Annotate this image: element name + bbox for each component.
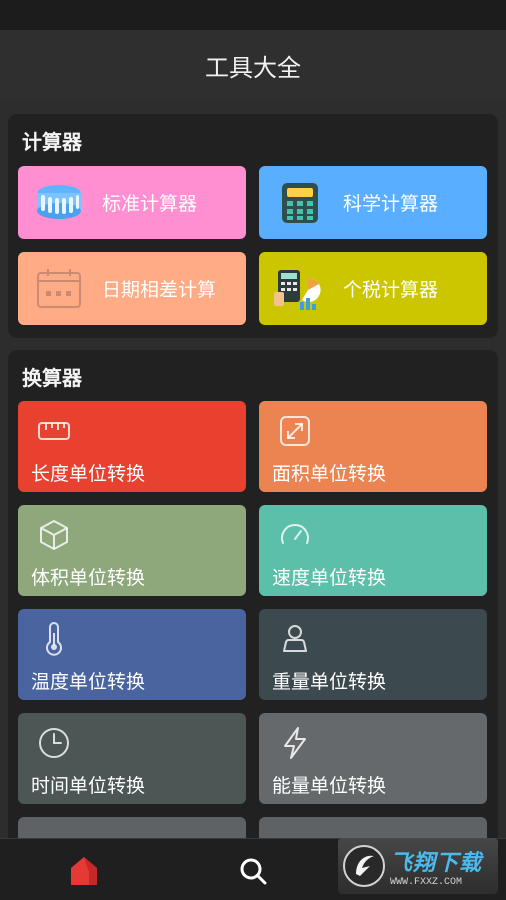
clock-icon bbox=[39, 728, 69, 758]
watermark-title: 飞翔下载 bbox=[390, 850, 483, 876]
thermometer-icon bbox=[46, 622, 62, 656]
length-converter-button[interactable]: 长度单位转换 bbox=[18, 401, 246, 492]
watermark-url: WWW.FXXZ.COM bbox=[390, 876, 463, 888]
search-icon bbox=[240, 858, 267, 885]
abacus-icon bbox=[30, 180, 88, 226]
tile-label: 重量单位转换 bbox=[272, 671, 387, 693]
time-converter-button[interactable]: 时间单位转换 bbox=[18, 713, 246, 804]
tile-label: 科学计算器 bbox=[343, 193, 439, 215]
calendar-icon bbox=[30, 266, 88, 312]
tile-label: 标准计算器 bbox=[102, 193, 198, 215]
income-tax-calculator-button[interactable]: 个税计算器 bbox=[259, 252, 487, 325]
tile-label: 长度单位转换 bbox=[31, 463, 146, 485]
calculators-card: 计算器 标准计算器 科学计算器 日期相差计算 个税计算器 bbox=[8, 114, 498, 338]
tile-label: 速度单位转换 bbox=[272, 567, 387, 589]
converters-card: 换算器 长度单位转换 面积单位转换 体积单位转换 速度单位转换 温度单位转换 重… bbox=[8, 350, 498, 838]
home-icon bbox=[71, 857, 97, 885]
tile-label: 日期相差计算 bbox=[102, 279, 217, 301]
tile-label: 时间单位转换 bbox=[31, 775, 146, 797]
energy-converter-button[interactable]: 能量单位转换 bbox=[259, 713, 487, 804]
weight-converter-button[interactable]: 重量单位转换 bbox=[259, 609, 487, 700]
nav-search-button[interactable] bbox=[233, 851, 273, 891]
volume-converter-button[interactable]: 体积单位转换 bbox=[18, 505, 246, 596]
cube-icon bbox=[40, 520, 68, 550]
temperature-converter-button[interactable]: 温度单位转换 bbox=[18, 609, 246, 700]
status-bar bbox=[0, 0, 506, 30]
page-title: 工具大全 bbox=[205, 53, 301, 82]
scientific-calculator-button[interactable]: 科学计算器 bbox=[259, 166, 487, 239]
app-bar: 工具大全 bbox=[0, 30, 506, 100]
speedometer-icon bbox=[281, 524, 309, 544]
tile-label: 体积单位转换 bbox=[31, 567, 146, 589]
section-title-converters: 换算器 bbox=[22, 366, 82, 390]
lightning-icon bbox=[284, 727, 306, 759]
date-difference-button[interactable]: 日期相差计算 bbox=[18, 252, 246, 325]
speed-converter-button[interactable]: 速度单位转换 bbox=[259, 505, 487, 596]
nav-home-button[interactable] bbox=[64, 851, 104, 891]
watermark-logo-icon bbox=[343, 845, 385, 887]
site-watermark: 飞翔下载 WWW.FXXZ.COM bbox=[338, 838, 498, 894]
resize-icon bbox=[280, 416, 310, 446]
tile-label: 个税计算器 bbox=[343, 279, 439, 301]
converter-tile-partial[interactable] bbox=[259, 817, 487, 838]
tile-label: 面积单位转换 bbox=[272, 463, 387, 485]
standard-calculator-button[interactable]: 标准计算器 bbox=[18, 166, 246, 239]
tax-chart-icon bbox=[271, 266, 329, 312]
converter-tile-partial[interactable] bbox=[18, 817, 246, 838]
section-title-calculators: 计算器 bbox=[22, 130, 82, 154]
tile-label: 温度单位转换 bbox=[31, 671, 146, 693]
tile-label: 能量单位转换 bbox=[272, 775, 387, 797]
ruler-icon bbox=[38, 422, 70, 440]
calculator-icon bbox=[271, 180, 329, 226]
weight-icon bbox=[283, 625, 307, 652]
content-scroll-area[interactable]: 计算器 标准计算器 科学计算器 日期相差计算 个税计算器 换算器 长度单位转换 … bbox=[0, 100, 506, 838]
area-converter-button[interactable]: 面积单位转换 bbox=[259, 401, 487, 492]
